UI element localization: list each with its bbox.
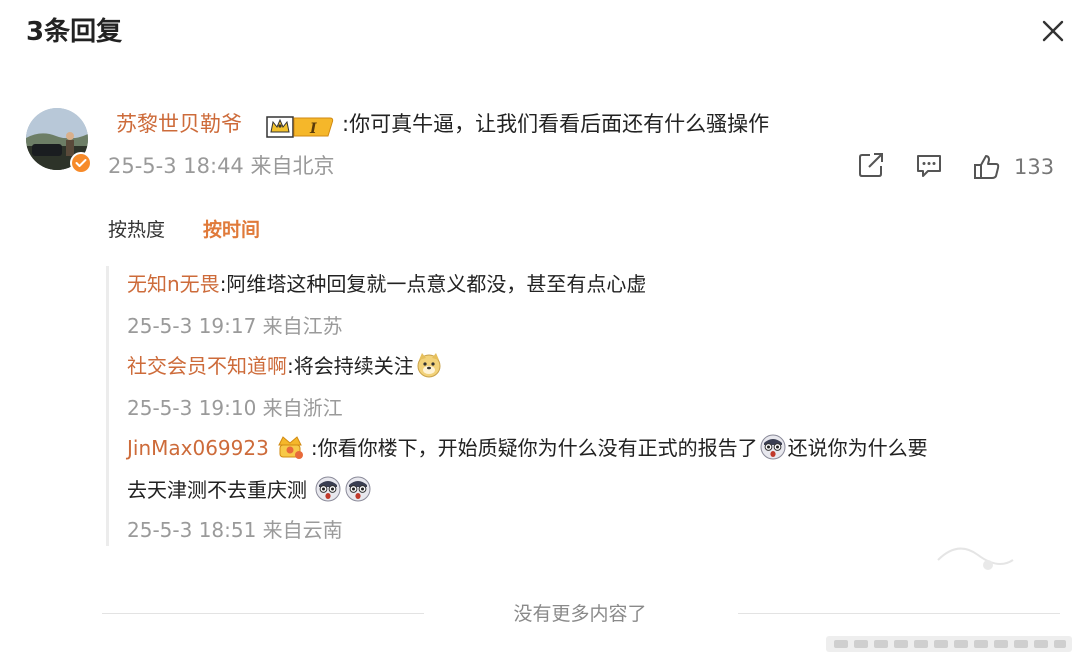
comment-timestamp-location: 25-5-3 18:44 来自北京 [108,154,335,178]
doge-emoji-icon [415,351,443,379]
tab-sort-by-hot[interactable]: 按热度 [108,212,165,248]
close-button[interactable] [1036,14,1070,48]
svg-text:I: I [309,121,317,137]
sort-tabs: 按热度 按时间 [108,212,298,248]
share-button[interactable] [856,150,886,184]
reply-text: :你看你楼下，开始质疑你为什么没有正式的报告了 [310,436,758,460]
like-button[interactable]: 133 [972,150,1062,184]
like-count: 133 [1014,155,1055,179]
reply-author[interactable]: JinMax069923 [127,436,269,460]
comment-text: :你可真牛逼，让我们看看后面还有什么骚操作 [342,112,770,136]
reply-list: 无知n无畏:阿维塔这种回复就一点意义都没，甚至有点心虚 25-5-3 19:17… [106,266,1059,546]
reply-text-line2: 去天津测不去重庆测 [127,478,307,502]
shocked-face-emoji-icon [344,475,372,503]
shocked-face-emoji-icon [759,433,787,461]
comment-author[interactable]: 苏黎世贝勒爷 [116,106,242,142]
watermark-strip [826,632,1072,656]
reply-timestamp-location: 25-5-3 19:17 来自江苏 [127,314,343,338]
verified-badge-icon [75,159,87,167]
reply-text: :将会持续关注 [287,354,414,378]
watermark-mark [928,520,1018,590]
no-more-content-text: 没有更多内容了 [513,603,647,625]
reply-timestamp-location: 25-5-3 19:10 来自浙江 [127,396,343,420]
divider [102,613,424,614]
share-icon [859,153,883,177]
reply-sheet: 3条回复 苏黎世贝勒爷 I :你可真牛逼，让我们看看后面还有什么骚操作 25-5… [0,0,1080,668]
reply-author[interactable]: 社交会员不知道啊 [127,354,287,378]
reply-text: :阿维塔这种回复就一点意义都没，甚至有点心虚 [219,272,647,296]
comment-button[interactable] [914,150,944,184]
shocked-face-emoji-icon [314,475,342,503]
thumbs-up-icon [974,155,1000,179]
reply-timestamp-location: 25-5-3 18:51 来自云南 [127,518,343,542]
reply-item: JinMax069923 :你看你楼下，开始质疑你为什么没有正式的报告了 还说你… [127,430,928,466]
end-of-list: 没有更多内容了 [0,596,1080,632]
reply-item-line2: 去天津测不去重庆测 [127,472,373,508]
vip-level-badge: I [266,114,336,140]
divider [738,613,1060,614]
verified-badge [70,152,92,174]
close-icon [1042,20,1064,42]
tab-sort-by-time[interactable]: 按时间 [203,212,260,248]
page-title: 3条回复 [26,17,123,47]
reply-item: 社交会员不知道啊:将会持续关注 [127,348,444,384]
reply-author[interactable]: 无知n无畏 [127,272,220,296]
fan-badge-icon [275,433,305,461]
reply-text-continued: 还说你为什么要 [787,436,928,460]
comment-icon [917,155,941,177]
reply-item: 无知n无畏:阿维塔这种回复就一点意义都没，甚至有点心虚 [127,266,646,302]
